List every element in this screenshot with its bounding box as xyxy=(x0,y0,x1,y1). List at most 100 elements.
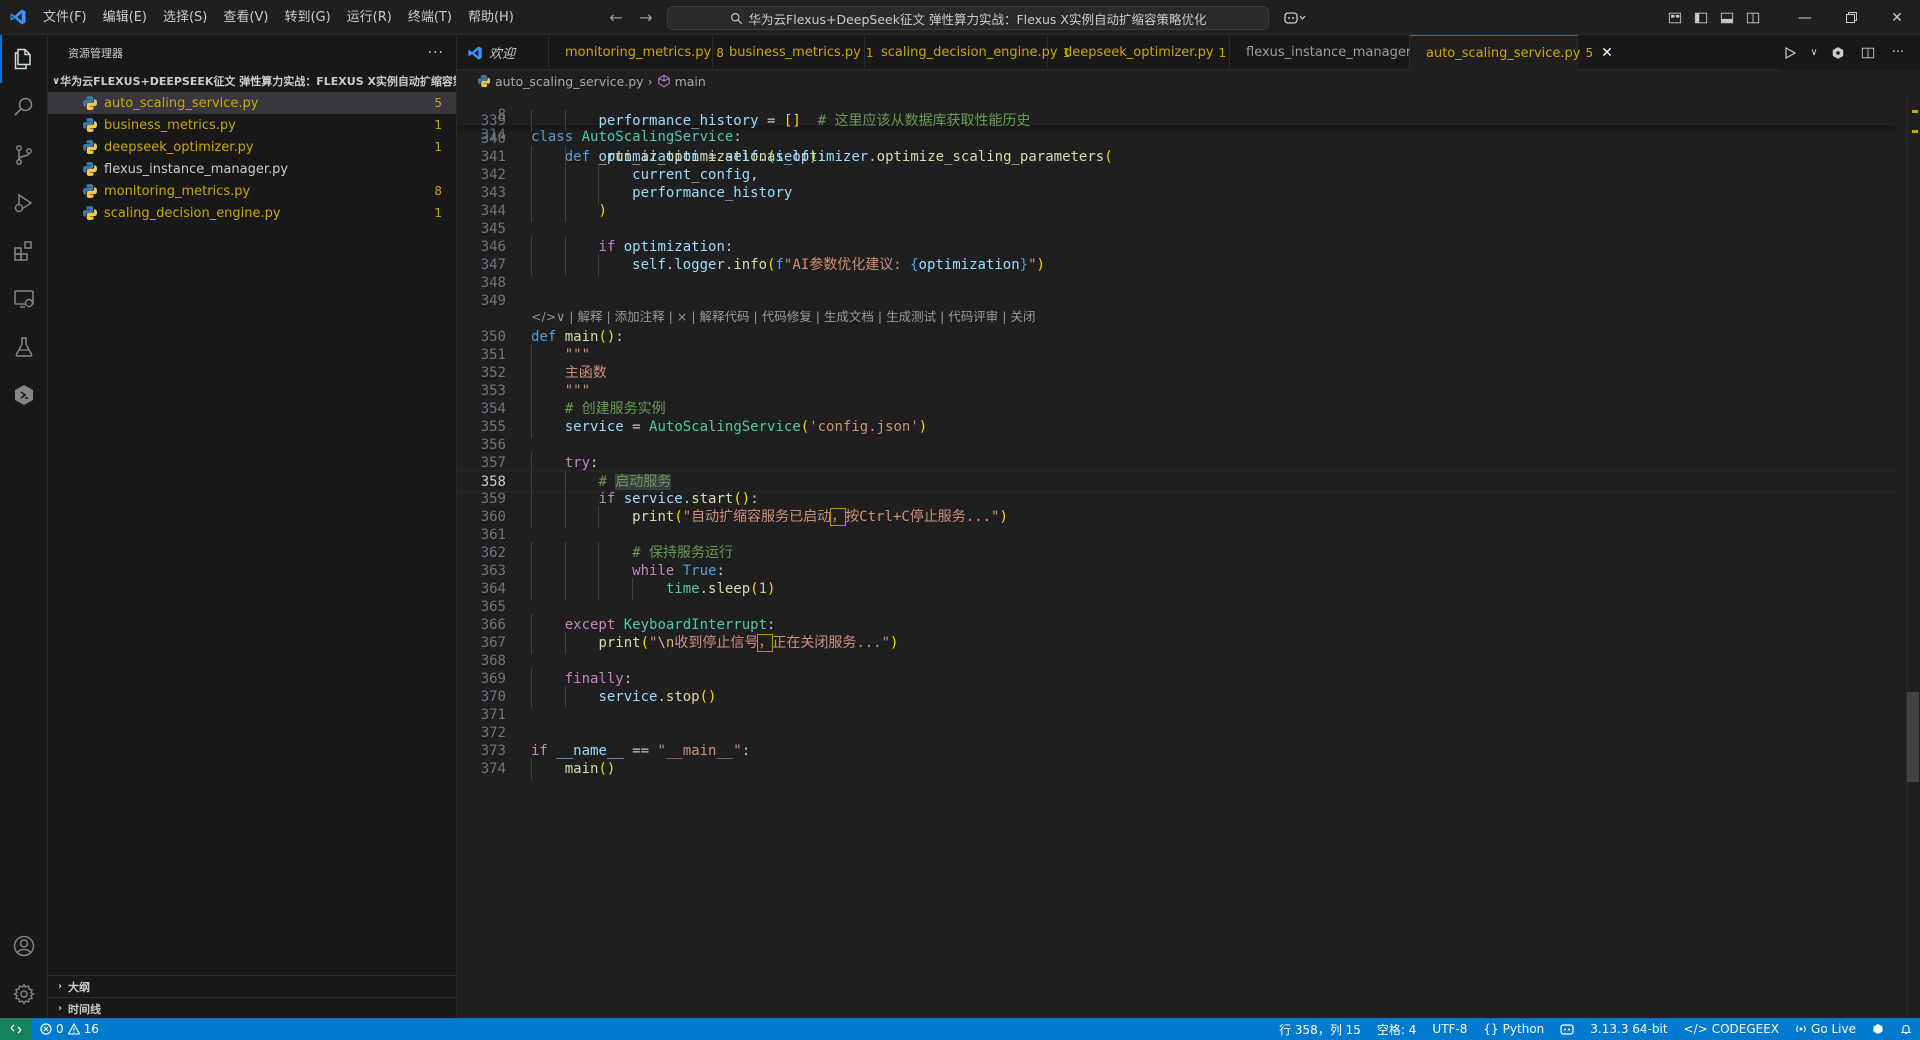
file-item[interactable]: business_metrics.py 1 xyxy=(48,114,456,136)
tab-file[interactable]: business_metrics.py 1 xyxy=(713,35,874,70)
tab-label: 欢迎 xyxy=(489,47,516,62)
toggle-secondary-sidebar-icon[interactable] xyxy=(1740,0,1766,35)
customize-layout-icon[interactable] xyxy=(1662,0,1688,35)
status-bar: 0 16 行 358，列 15 空格: 4 UTF-8 {} Python 3.… xyxy=(0,1018,1920,1040)
menu-item[interactable]: 终端(T) xyxy=(400,0,460,35)
split-editor-icon[interactable] xyxy=(1856,41,1880,65)
indentation[interactable]: 空格: 4 xyxy=(1369,1018,1425,1040)
tab-file[interactable]: auto_scaling_service.py 5 ✕ xyxy=(1410,35,1613,70)
codegeex-hex-icon[interactable] xyxy=(1864,1018,1892,1040)
codelens-action[interactable]: 添加注释 xyxy=(615,309,665,324)
run-python-file-icon[interactable] xyxy=(1778,41,1802,65)
codelens-action[interactable]: 解释代码 xyxy=(700,309,750,324)
menu-item[interactable]: 转到(G) xyxy=(276,0,338,35)
codegeex-status-icon: </> xyxy=(1683,1022,1708,1036)
explorer-icon[interactable] xyxy=(0,35,48,83)
codelens-action[interactable]: × xyxy=(677,309,687,324)
codelens-action[interactable]: 代码修复 xyxy=(762,309,812,324)
code-editor[interactable]: 8 class AutoScalingService: 314 def _run… xyxy=(457,92,1920,1018)
extensions-icon[interactable] xyxy=(0,227,48,275)
outline-section[interactable]: › 大纲 xyxy=(48,975,456,997)
command-center-search[interactable]: 华为云Flexus+DeepSeek征文 弹性算力实战：Flexus X实例自动… xyxy=(667,6,1269,30)
menu-item[interactable]: 编辑(E) xyxy=(95,0,155,35)
codelens-action[interactable]: 解释 xyxy=(577,309,602,324)
menu-item[interactable]: 查看(V) xyxy=(215,0,276,35)
tab-label: monitoring_metrics.py xyxy=(565,45,712,60)
file-name: flexus_instance_manager.py xyxy=(104,161,289,177)
remote-indicator-icon[interactable] xyxy=(0,1018,32,1040)
close-tab-icon[interactable]: ✕ xyxy=(1601,45,1613,61)
back-arrow-icon[interactable]: ← xyxy=(604,6,628,30)
cursor-position[interactable]: 行 358，列 15 xyxy=(1271,1018,1369,1040)
copilot-menu-icon[interactable] xyxy=(1278,6,1312,30)
python-interpreter[interactable]: 3.13.3 64-bit xyxy=(1582,1018,1675,1040)
file-item[interactable]: auto_scaling_service.py 5 xyxy=(48,92,456,114)
workspace-folder[interactable]: ∨ 华为云FLEXUS+DEEPSEEK征文 弹性算力实战：FLEXUS X实例… xyxy=(48,70,456,92)
menu-item[interactable]: 文件(F) xyxy=(35,0,95,35)
overview-ruler[interactable] xyxy=(1906,92,1920,1018)
remote-explorer-icon[interactable] xyxy=(0,275,48,323)
file-item[interactable]: monitoring_metrics.py 8 xyxy=(48,180,456,202)
python-file-icon xyxy=(83,118,97,132)
run-debug-icon[interactable] xyxy=(0,179,48,227)
chevron-right-icon: › xyxy=(57,981,63,992)
codegeex-status[interactable]: </> CODEGEEX xyxy=(1676,1018,1788,1040)
problems-indicator[interactable]: 0 16 xyxy=(32,1018,107,1040)
tab-welcome[interactable]: 欢迎 xyxy=(457,35,549,70)
scrollbar-thumb[interactable] xyxy=(1907,692,1919,782)
timeline-section[interactable]: › 时间线 xyxy=(48,997,456,1019)
tab-file[interactable]: monitoring_metrics.py 8 xyxy=(549,35,724,70)
chevron-right-icon: › xyxy=(57,1003,63,1014)
breadcrumb-file[interactable]: auto_scaling_service.py xyxy=(495,74,644,89)
line-number: 374 xyxy=(480,761,506,777)
account-icon[interactable] xyxy=(0,922,48,970)
tab-file[interactable]: flexus_instance_manager.py xyxy=(1230,35,1430,70)
error-count: 0 xyxy=(56,1022,64,1036)
tab-file[interactable]: scaling_decision_engine.py 1 xyxy=(865,35,1070,70)
toggle-panel-icon[interactable] xyxy=(1714,0,1740,35)
more-actions-icon[interactable]: ··· xyxy=(428,45,444,61)
copilot-status-icon[interactable] xyxy=(1552,1018,1582,1040)
codegeex-icon[interactable] xyxy=(0,371,48,419)
notifications-bell-icon[interactable] xyxy=(1892,1018,1920,1040)
minimize-icon[interactable]: — xyxy=(1782,0,1828,35)
tab-file[interactable]: deepseek_optimizer.py 1 xyxy=(1048,35,1230,70)
codegeex-action-icon[interactable] xyxy=(1826,41,1850,65)
file-item[interactable]: deepseek_optimizer.py 1 xyxy=(48,136,456,158)
codelens-action[interactable]: 生成测试 xyxy=(886,309,936,324)
chevron-down-icon[interactable]: ∨ xyxy=(1808,41,1820,65)
encoding[interactable]: UTF-8 xyxy=(1424,1018,1475,1040)
more-actions-icon[interactable]: ··· xyxy=(1886,41,1910,65)
file-item[interactable]: flexus_instance_manager.py xyxy=(48,158,456,180)
tab-label: business_metrics.py xyxy=(729,45,861,60)
file-name: deepseek_optimizer.py xyxy=(104,139,254,155)
search-icon[interactable] xyxy=(0,83,48,131)
menu-item[interactable]: 运行(R) xyxy=(339,0,400,35)
menu-item[interactable]: 选择(S) xyxy=(155,0,215,35)
settings-icon[interactable] xyxy=(0,970,48,1018)
codegeex-label: CODEGEEX xyxy=(1711,1022,1780,1036)
codelens-action[interactable]: 代码评审 xyxy=(948,309,998,324)
breadcrumb-symbol[interactable]: main xyxy=(675,74,706,89)
toggle-primary-sidebar-icon[interactable] xyxy=(1688,0,1714,35)
python-file-icon xyxy=(83,206,97,220)
menu-item[interactable]: 帮助(H) xyxy=(460,0,522,35)
code-line[interactable]: 374 main() xyxy=(457,758,1897,780)
testing-icon[interactable] xyxy=(0,323,48,371)
tab-problem-badge: 1 xyxy=(1218,45,1227,60)
restore-icon[interactable] xyxy=(1828,0,1874,35)
codelens-action[interactable]: 生成文档 xyxy=(824,309,874,324)
go-live-button[interactable]: Go Live xyxy=(1787,1018,1864,1040)
activity-bar xyxy=(0,35,48,1018)
forward-arrow-icon[interactable]: → xyxy=(634,6,658,30)
search-icon xyxy=(730,12,742,24)
close-window-icon[interactable]: ✕ xyxy=(1874,0,1920,35)
codelens-action[interactable]: 关闭 xyxy=(1010,309,1035,324)
problem-count-badge: 1 xyxy=(434,140,442,154)
language-mode[interactable]: {} Python xyxy=(1475,1018,1552,1040)
breadcrumb: auto_scaling_service.py › main xyxy=(457,70,1920,92)
file-item[interactable]: scaling_decision_engine.py 1 xyxy=(48,202,456,224)
warning-marker xyxy=(1912,130,1918,133)
source-control-icon[interactable] xyxy=(0,131,48,179)
file-name: business_metrics.py xyxy=(104,117,236,133)
